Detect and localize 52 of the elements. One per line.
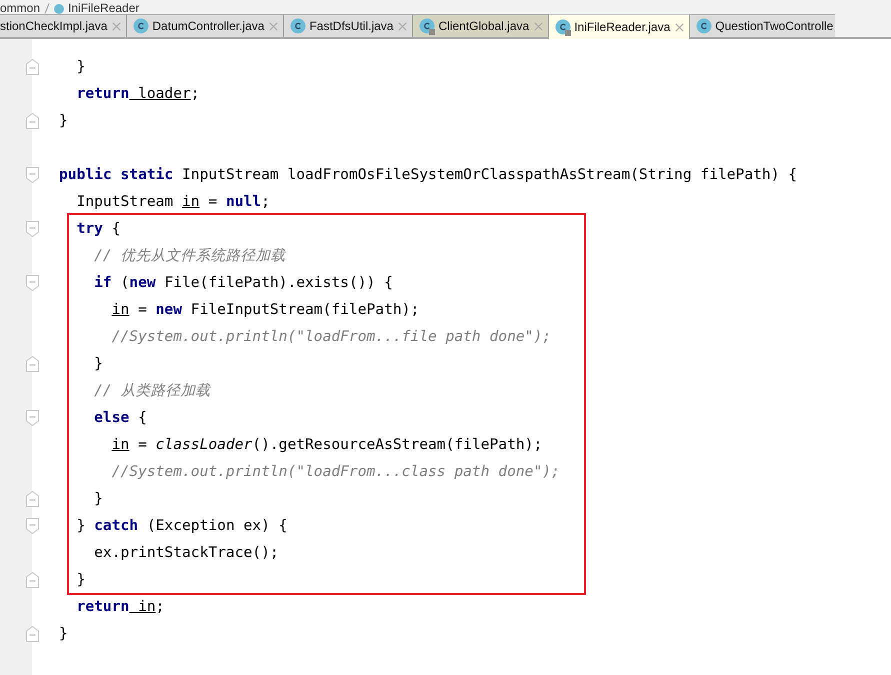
breadcrumb-item[interactable]: ommon xyxy=(0,2,40,14)
class-icon xyxy=(133,18,150,34)
close-icon[interactable] xyxy=(111,20,122,32)
editor-tab[interactable]: QuestionTwoControlle xyxy=(690,14,836,37)
code-line: return loader; xyxy=(76,84,200,104)
code-line: in = new FileInputStream(filePath); xyxy=(112,300,420,320)
fold-marker-icon[interactable] xyxy=(26,572,39,588)
close-icon[interactable] xyxy=(268,20,280,32)
code-line: ex.printStackTrace(); xyxy=(94,543,279,563)
class-icon xyxy=(290,18,308,34)
fold-marker-icon[interactable] xyxy=(26,167,39,183)
class-icon xyxy=(696,18,714,34)
code-line: if (new File(filePath).exists()) { xyxy=(94,273,393,293)
code-line: } xyxy=(59,624,68,644)
fold-marker-icon[interactable] xyxy=(26,113,39,129)
fold-marker-icon[interactable] xyxy=(26,410,39,426)
code-line: else { xyxy=(94,408,147,428)
close-icon[interactable] xyxy=(397,20,408,32)
editor-tab[interactable]: DatumController.java xyxy=(127,14,284,37)
code-line: //System.out.println("loadFrom...class path done"); xyxy=(112,462,560,482)
fold-marker-icon[interactable] xyxy=(26,59,39,75)
editor-tab[interactable]: ClientGlobal.java xyxy=(413,14,550,37)
code-line: return in; xyxy=(76,597,164,617)
code-line: try { xyxy=(76,219,120,239)
locked-class-icon xyxy=(555,18,572,36)
class-icon xyxy=(54,4,64,14)
breadcrumb-separator-icon xyxy=(44,3,50,14)
code-line: // 从类路径加载 xyxy=(94,381,210,401)
code-line: } xyxy=(94,354,103,374)
code-line: in = classLoader().getResourceAsStream(filePath); xyxy=(112,435,542,455)
fold-marker-icon[interactable] xyxy=(26,275,39,291)
code-line: InputStream in = null; xyxy=(76,192,270,212)
code-line: //System.out.println("loadFrom...file path done"); xyxy=(112,327,552,347)
code-line: } xyxy=(76,57,86,77)
close-icon[interactable] xyxy=(674,22,686,32)
editor-tab[interactable]: FastDfsUtil.java xyxy=(284,14,414,37)
code-line: } catch (Exception ex) { xyxy=(76,516,288,536)
locked-class-icon xyxy=(419,18,436,34)
code-line: } xyxy=(59,111,68,131)
code-line: } xyxy=(94,489,103,509)
fold-marker-icon[interactable] xyxy=(26,356,39,372)
fold-marker-icon[interactable] xyxy=(26,518,39,534)
code-line: // 优先从文件系统路径加载 xyxy=(94,246,286,266)
code-line: } xyxy=(76,570,86,590)
editor-tab[interactable]: IniFileReader.java xyxy=(549,14,690,39)
close-icon[interactable] xyxy=(533,20,544,32)
editor-tab[interactable]: stionCheckImpl.java xyxy=(0,14,128,37)
breadcrumb-item[interactable]: IniFileReader xyxy=(68,2,140,14)
fold-marker-icon[interactable] xyxy=(26,626,39,642)
fold-marker-icon[interactable] xyxy=(26,221,39,237)
fold-marker-icon[interactable] xyxy=(26,491,39,507)
code-line: public static InputStream loadFromOsFileSystemOrClasspathAsStream(String filePath) { xyxy=(59,165,798,185)
